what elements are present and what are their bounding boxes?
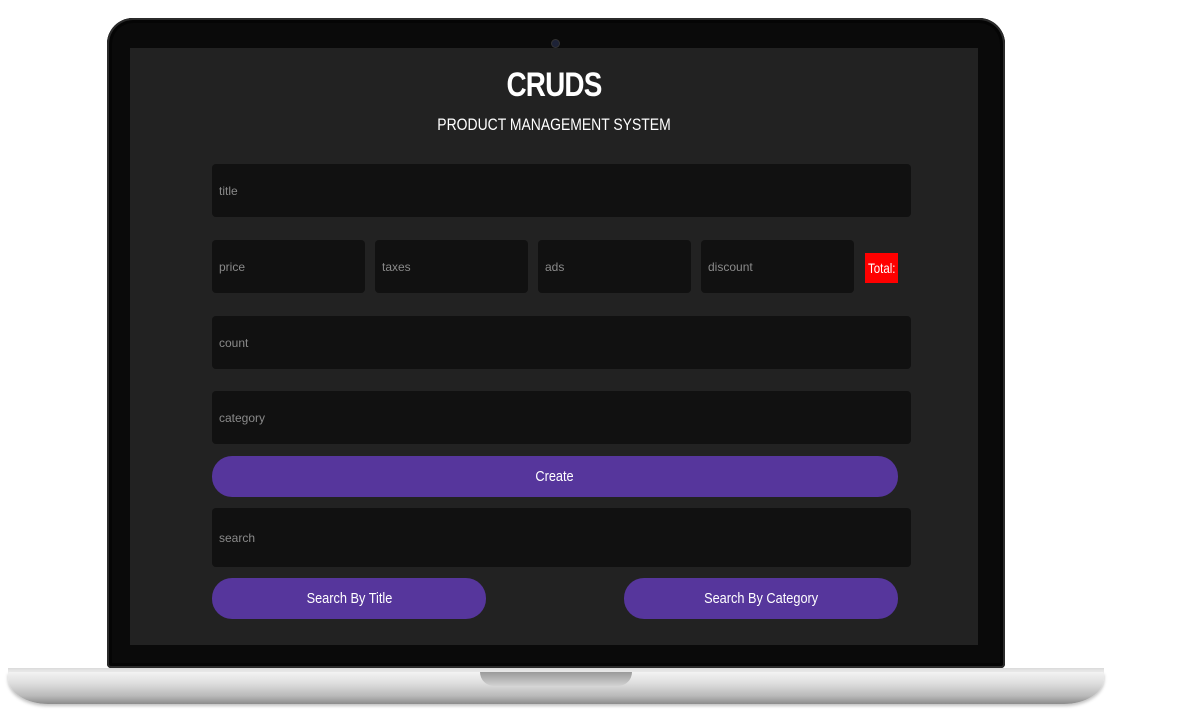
create-button-label: Create <box>535 468 575 485</box>
count-input[interactable] <box>212 316 911 369</box>
page-title: CRUDS <box>506 66 602 104</box>
title-input[interactable] <box>212 164 911 217</box>
camera-icon <box>552 40 559 47</box>
price-input[interactable] <box>212 240 365 293</box>
search-by-category-label: Search By Category <box>703 590 819 607</box>
search-by-title-label: Search By Title <box>306 590 392 607</box>
laptop-notch <box>480 672 632 686</box>
taxes-input[interactable] <box>375 240 528 293</box>
discount-input[interactable] <box>701 240 854 293</box>
create-button[interactable]: Create <box>212 456 898 497</box>
category-input[interactable] <box>212 391 911 444</box>
ads-input[interactable] <box>538 240 691 293</box>
total-badge: Total: <box>865 253 898 283</box>
search-by-category-button[interactable]: Search By Category <box>624 578 898 619</box>
laptop-mockup: CRUDS PRODUCT MANAGEMENT SYSTEM Total: C… <box>0 0 1177 722</box>
page-subtitle: PRODUCT MANAGEMENT SYSTEM <box>437 115 671 134</box>
search-by-title-button[interactable]: Search By Title <box>212 578 486 619</box>
app-screen: CRUDS PRODUCT MANAGEMENT SYSTEM Total: C… <box>130 48 978 645</box>
search-input[interactable] <box>212 508 911 567</box>
total-label: Total: <box>868 260 896 276</box>
